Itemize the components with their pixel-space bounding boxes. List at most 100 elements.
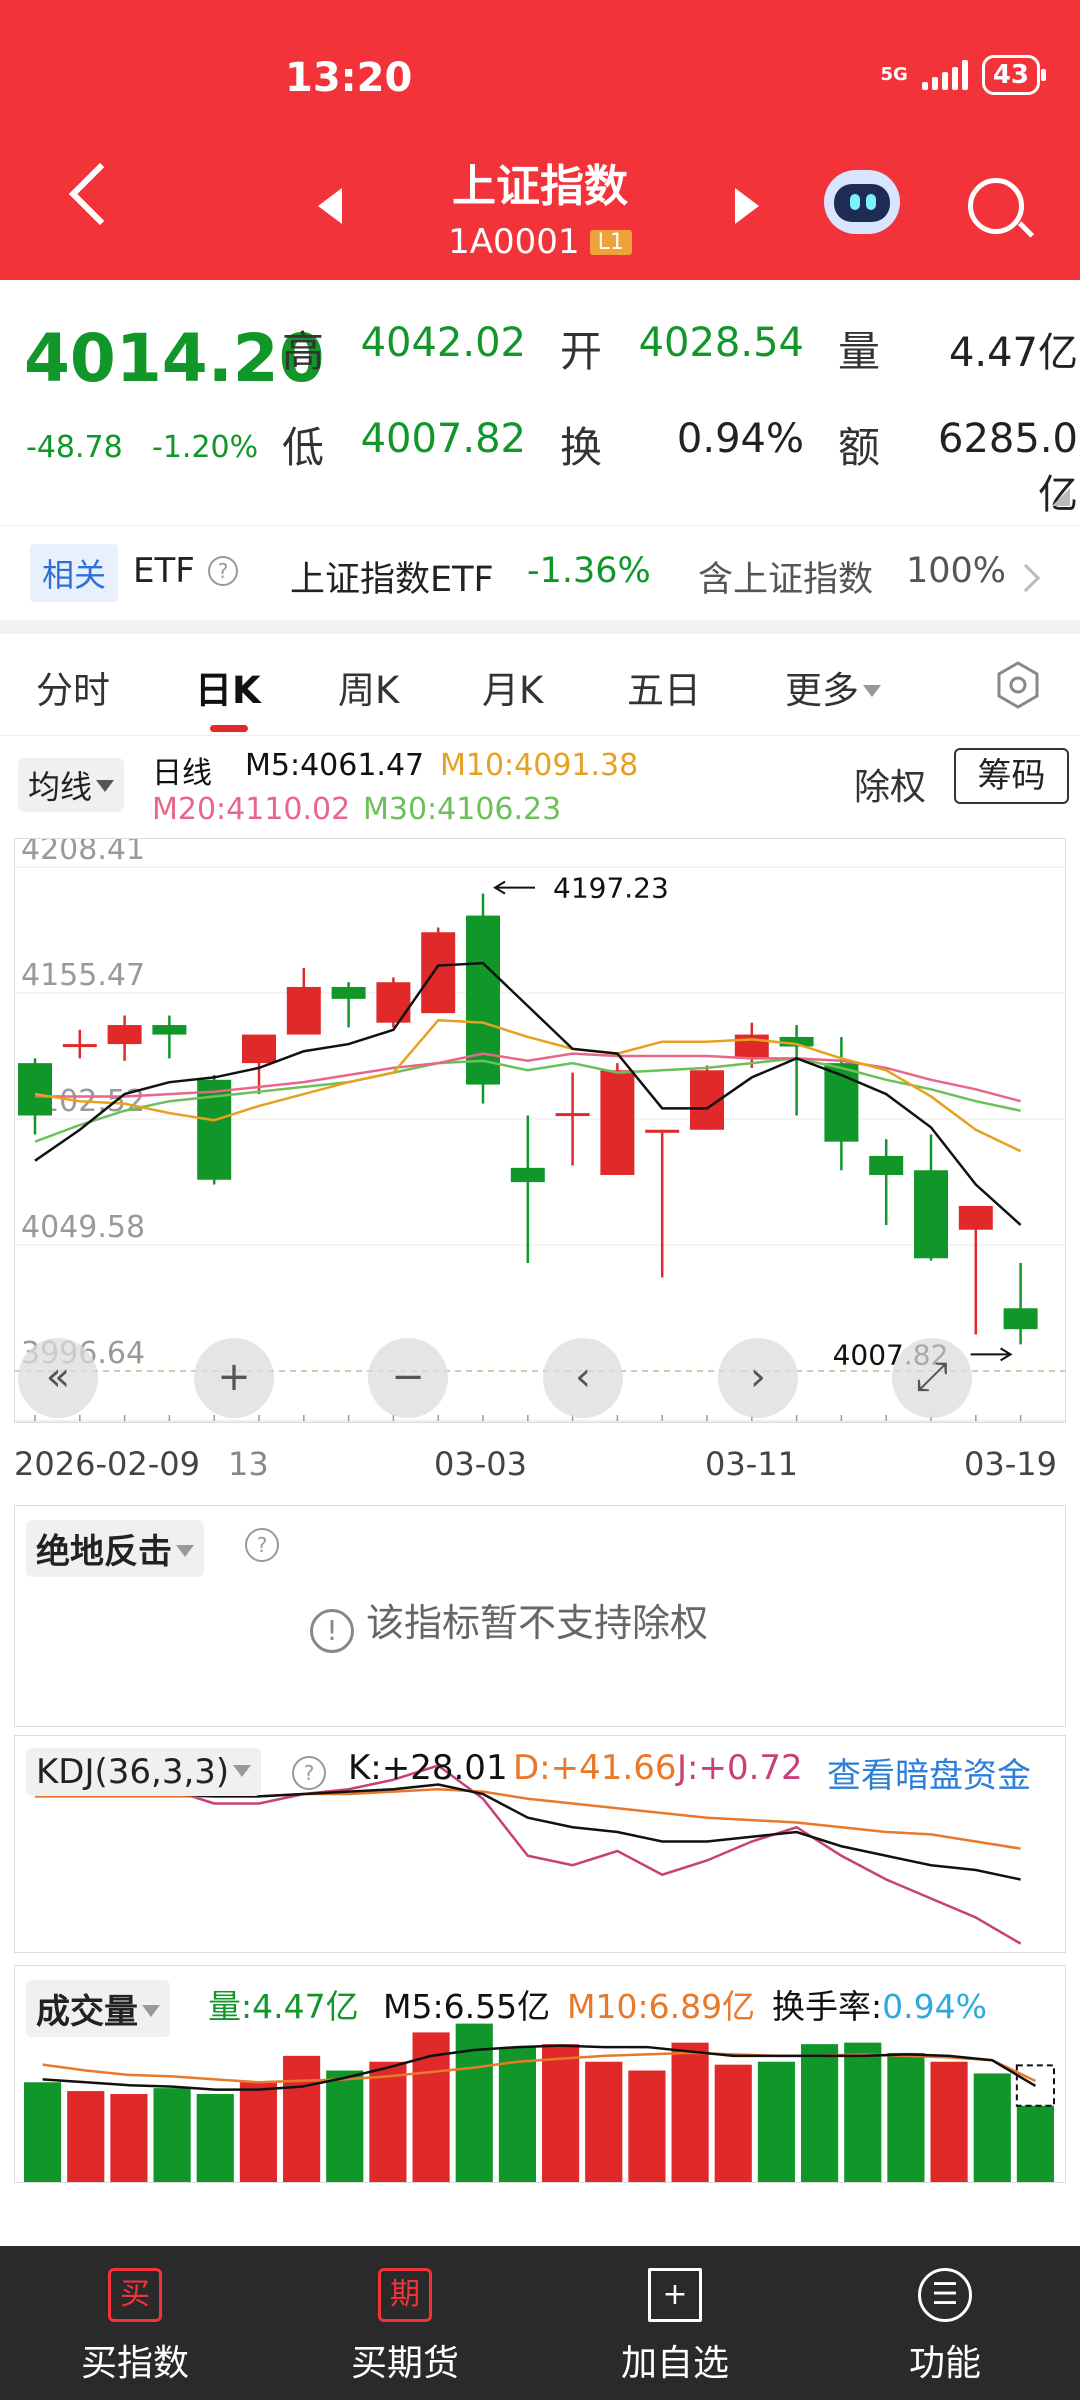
tab-weekly-k[interactable]: 周K: [338, 660, 399, 714]
divider: [0, 620, 1080, 634]
volume-bar-down: [498, 2047, 536, 2182]
candle-body: [242, 1034, 276, 1064]
nav-buy-index[interactable]: 买 买指数: [0, 2246, 270, 2400]
candle-up: [421, 927, 456, 1014]
ma30-value: M30:4106.23: [363, 792, 562, 827]
y-tick-label: 4049.58: [21, 1210, 145, 1245]
x-label-0311: 03-11: [705, 1445, 798, 1483]
kdj-selector[interactable]: KDJ(36,3,3): [26, 1748, 262, 1796]
adjust-rights-toggle[interactable]: 除权: [854, 758, 926, 810]
candle-up: [645, 1129, 680, 1278]
candle-up: [690, 1065, 724, 1130]
settings-icon[interactable]: [993, 660, 1043, 710]
scroll-left-fast-button[interactable]: «: [18, 1338, 98, 1418]
candle-body: [1003, 1308, 1038, 1330]
prev-bar-button[interactable]: ‹: [543, 1338, 623, 1418]
related-etf-bar[interactable]: 相关 ETF ? 上证指数ETF -1.36% 含上证指数 100%: [0, 525, 1080, 620]
chips-button[interactable]: 筹码: [954, 748, 1069, 804]
volume-bar-up: [283, 2055, 321, 2182]
period-label: 日线: [152, 756, 212, 791]
x-label-0319: 03-19: [964, 1445, 1057, 1483]
volume-value: 量:4.47亿: [208, 1987, 359, 2026]
candle-down: [152, 1015, 187, 1059]
battery-icon: 43: [981, 55, 1047, 95]
ma5-value: M5:4061.47: [245, 748, 425, 783]
turnover-rate: 换手率:0.94%: [772, 1980, 987, 2028]
dark-pool-funds-link[interactable]: 查看暗盘资金: [827, 1748, 1031, 1797]
turnover-value: 0.94%: [676, 416, 804, 462]
tab-intraday[interactable]: 分时: [36, 660, 110, 714]
volume-ma-m5: [42, 2044, 1037, 2091]
open-value: 4028.54: [638, 320, 804, 366]
etf-holding-label: 含上证指数: [698, 560, 874, 600]
menu-icon: ☰: [918, 2268, 972, 2322]
candle-down: [824, 1036, 859, 1171]
high-label: 高: [282, 327, 325, 376]
expand-corner-icon[interactable]: [1052, 488, 1070, 506]
buy-icon: 买: [108, 2268, 162, 2322]
nav-buy-futures-label: 买期货: [350, 2343, 459, 2384]
tab-more[interactable]: 更多: [785, 660, 881, 714]
candle-body: [510, 1167, 545, 1183]
nav-functions-label: 功能: [908, 2343, 981, 2384]
kdj-j-value: J:+0.72: [677, 1748, 803, 1788]
price-change-pct: -1.20%: [152, 430, 259, 465]
candle-down: [331, 982, 366, 1028]
x-label-13: 13: [228, 1445, 269, 1483]
x-label-0303: 03-03: [434, 1445, 527, 1483]
nav-buy-futures[interactable]: 期 买期货: [270, 2246, 540, 2400]
candle-up: [286, 967, 321, 1035]
candle-body: [286, 986, 321, 1035]
volume-bar-down: [455, 2023, 493, 2182]
volume-bar-up: [369, 2061, 407, 2182]
candle-body: [331, 986, 366, 999]
level-badge: L1: [589, 230, 632, 255]
volume-bar-down: [757, 2061, 795, 2182]
kline-chart[interactable]: 4208.414155.474102.524049.583996.644197.…: [15, 832, 1065, 1422]
next-stock-icon[interactable]: [735, 188, 759, 224]
volume-bar-up: [671, 2042, 709, 2182]
candle-body: [914, 1170, 948, 1259]
tab-five-day[interactable]: 五日: [627, 660, 701, 714]
help-icon[interactable]: ?: [292, 1756, 326, 1790]
robot-assistant-icon[interactable]: [824, 170, 900, 234]
volume-bar-down: [24, 2082, 62, 2182]
search-icon[interactable]: [968, 178, 1024, 234]
ma-selector[interactable]: 均线: [18, 758, 125, 812]
kdj-k-value: K:+28.01: [348, 1748, 508, 1788]
candle-body: [869, 1155, 904, 1175]
etf-holding-pct: 100%: [906, 551, 1007, 591]
tab-monthly-k[interactable]: 月K: [482, 660, 543, 714]
indicator-selector-1[interactable]: 绝地反击: [26, 1520, 204, 1577]
volume-selector[interactable]: 成交量: [26, 1980, 170, 2037]
related-tag: 相关: [30, 544, 119, 602]
volume-bar-down: [153, 2088, 191, 2182]
x-label-start: 2026-02-09: [14, 1445, 200, 1483]
fullscreen-button[interactable]: ⤢: [892, 1338, 972, 1418]
volume-bar-down: [801, 2044, 839, 2182]
candle-body: [600, 1070, 635, 1175]
candle-body: [645, 1129, 680, 1133]
volume-ma-m10: [42, 2051, 1036, 2084]
volume-bar-up: [67, 2091, 105, 2182]
nav-add-watchlist[interactable]: + 加自选: [540, 2246, 810, 2400]
chevron-right-icon: [1011, 563, 1041, 593]
amount-label: 额: [838, 423, 881, 472]
zoom-in-button[interactable]: +: [194, 1338, 274, 1418]
low-label: 低: [282, 423, 325, 472]
zoom-out-button[interactable]: −: [368, 1338, 448, 1418]
kline-chart-panel[interactable]: 4208.414155.474102.524049.583996.644197.…: [14, 832, 1066, 1423]
status-time: 13:20: [285, 55, 413, 101]
chevron-down-icon: [142, 2005, 160, 2017]
quote-panel: 4014.20 -48.78 -1.20% 高 4042.02 开 4028.5…: [0, 280, 1080, 525]
divider: [0, 735, 1080, 736]
help-icon[interactable]: ?: [245, 1528, 279, 1562]
next-bar-button[interactable]: ›: [718, 1338, 798, 1418]
volume-bar-up: [628, 2070, 666, 2182]
help-icon[interactable]: ?: [208, 556, 238, 586]
tab-daily-k[interactable]: 日K: [195, 660, 261, 714]
candle-up: [600, 1063, 635, 1175]
volume-bar-down: [196, 2094, 234, 2182]
candle-body: [555, 1113, 590, 1117]
nav-functions[interactable]: ☰ 功能: [810, 2246, 1080, 2400]
